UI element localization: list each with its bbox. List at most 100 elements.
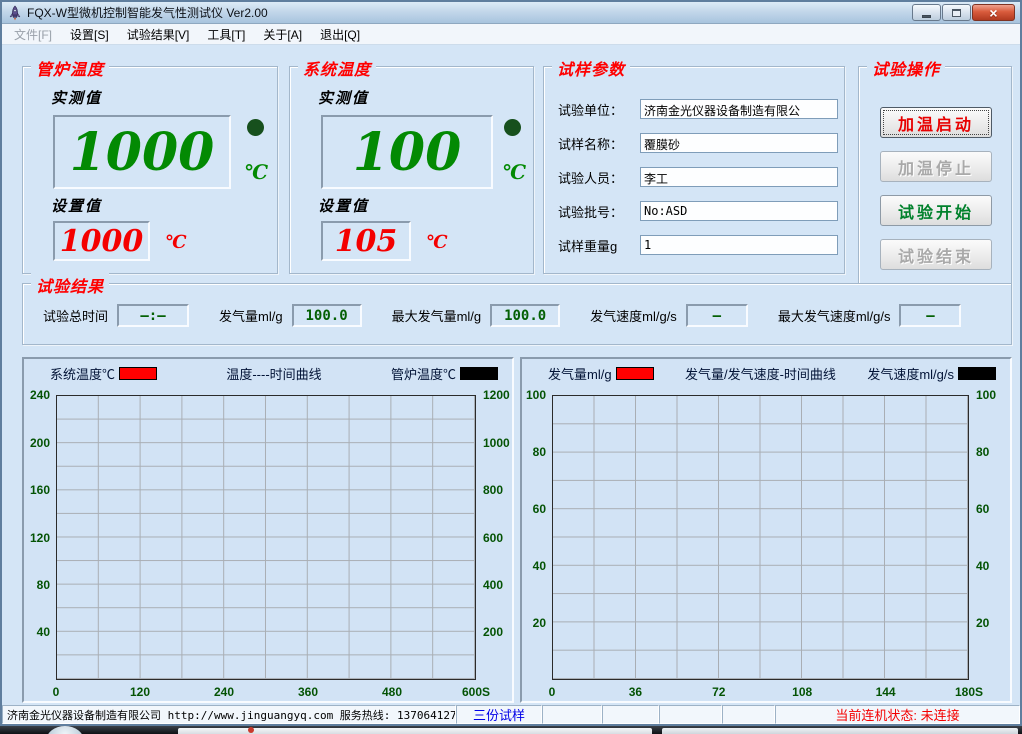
menu-test-results[interactable]: 试验结果[V] xyxy=(118,23,199,46)
window-title: FQX-W型微机控制智能发气性测试仪 Ver2.00 xyxy=(27,4,268,21)
y-tick: 600 xyxy=(483,531,503,545)
sample-weight-field[interactable]: 1 xyxy=(640,235,838,255)
menu-file[interactable]: 文件[F] xyxy=(5,23,61,46)
temp-chart-yaxis-right: 1200 1000 800 600 400 200 xyxy=(480,395,514,680)
total-time-label: 试验总时间 xyxy=(43,306,108,325)
x-tick: 240 xyxy=(214,685,234,699)
heat-stop-button[interactable]: 加温停止 xyxy=(880,151,992,182)
x-tick: 180S xyxy=(955,685,983,699)
windows-taskbar[interactable] xyxy=(0,726,1022,734)
system-measured-label: 实测值 xyxy=(318,87,369,108)
maximize-button[interactable] xyxy=(942,4,971,21)
system-set-unit: ℃ xyxy=(426,232,448,253)
total-time-value: —:— xyxy=(117,304,189,327)
furnace-temp-title: 管炉温度 xyxy=(31,56,109,80)
operator-field[interactable]: 李工 xyxy=(640,167,838,187)
taskbar-button[interactable] xyxy=(662,728,1018,734)
y-tick: 80 xyxy=(37,578,50,592)
gas-chart-legend-right: 发气速度ml/g/s xyxy=(867,364,996,383)
close-button[interactable]: × xyxy=(972,4,1015,21)
statusbar-sample-mode: 三份试样 xyxy=(456,705,542,724)
sample-weight-label: 试样重量g xyxy=(558,236,640,255)
gas-rate-series-label: 发气速度ml/g/s xyxy=(867,364,954,383)
batch-no-label: 试验批号： xyxy=(558,202,640,221)
y-tick: 80 xyxy=(533,445,546,459)
system-temp-group: 系统温度 实测值 100 ℃ 设置值 105 ℃ xyxy=(289,66,534,274)
maximize-icon xyxy=(952,9,961,17)
titlebar: FQX-W型微机控制智能发气性测试仪 Ver2.00 × xyxy=(2,2,1020,24)
client-area: 管炉温度 实测值 1000 ℃ 设置值 1000 ℃ 系统温度 实测值 100 … xyxy=(2,45,1020,724)
taskbar-app-icon xyxy=(248,727,254,733)
sample-name-label: 试样名称： xyxy=(558,134,640,153)
test-unit-field[interactable]: 济南金光仪器设备制造有限公 xyxy=(640,99,838,119)
operator-label: 试验人员： xyxy=(558,168,640,187)
x-tick: 36 xyxy=(629,685,642,699)
start-orb-icon[interactable] xyxy=(46,726,84,734)
y-tick: 1200 xyxy=(483,388,510,402)
minimize-button[interactable] xyxy=(912,4,941,21)
app-window: FQX-W型微机控制智能发气性测试仪 Ver2.00 × 文件[F] 设置[S]… xyxy=(0,0,1022,726)
temp-chart-legend-right: 管炉温度℃ xyxy=(391,364,498,383)
x-tick: 108 xyxy=(792,685,812,699)
max-gas-rate-label: 最大发气速度ml/g/s xyxy=(778,306,891,325)
temp-time-chart: 系统温度℃ 温度----时间曲线 管炉温度℃ 240 200 160 120 8… xyxy=(22,357,514,703)
app-icon xyxy=(7,5,23,21)
sample-name-field[interactable]: 覆膜砂 xyxy=(640,133,838,153)
legend-swatch-black-icon xyxy=(958,367,996,380)
y-tick: 40 xyxy=(976,559,989,573)
gas-volume-label: 发气量ml/g xyxy=(219,306,283,325)
system-set-label: 设置值 xyxy=(318,195,369,216)
temp-chart-plot xyxy=(56,395,476,680)
y-tick: 800 xyxy=(483,483,503,497)
furnace-measured-display: 1000 xyxy=(53,115,231,189)
menu-exit[interactable]: 退出[Q] xyxy=(311,23,369,46)
operations-group: 试验操作 加温启动 加温停止 试验开始 试验结束 xyxy=(858,66,1012,284)
screen: FQX-W型微机控制智能发气性测试仪 Ver2.00 × 文件[F] 设置[S]… xyxy=(0,0,1022,734)
operations-title: 试验操作 xyxy=(867,56,945,80)
y-tick: 100 xyxy=(526,388,546,402)
y-tick: 20 xyxy=(976,616,989,630)
gas-chart-yaxis-left: 100 80 60 40 20 xyxy=(522,395,549,680)
statusbar-empty-segment xyxy=(659,705,722,724)
furnace-temp-series-label: 管炉温度℃ xyxy=(391,364,456,383)
gas-chart-title: 发气量/发气速度-时间曲线 xyxy=(685,364,836,383)
statusbar-empty-segment xyxy=(722,705,775,724)
test-end-button[interactable]: 试验结束 xyxy=(880,239,992,270)
x-tick: 480 xyxy=(382,685,402,699)
system-status-indicator xyxy=(504,119,521,136)
system-temp-series-label: 系统温度℃ xyxy=(50,364,115,383)
y-tick: 20 xyxy=(533,616,546,630)
furnace-set-unit: ℃ xyxy=(165,232,187,253)
gas-volume-series-label: 发气量ml/g xyxy=(548,364,612,383)
y-tick: 40 xyxy=(533,559,546,573)
sample-params-title: 试样参数 xyxy=(552,56,630,80)
max-gas-rate-value: — xyxy=(899,304,961,327)
statusbar-empty-segment xyxy=(542,705,602,724)
gas-rate-label: 发气速度ml/g/s xyxy=(590,306,677,325)
statusbar-connection-status: 当前连机状态: 未连接 xyxy=(775,705,1020,724)
gas-chart-legend-left: 发气量ml/g xyxy=(548,364,654,383)
y-tick: 160 xyxy=(30,483,50,497)
close-icon: × xyxy=(989,6,997,20)
legend-swatch-black-icon xyxy=(460,367,498,380)
minimize-icon xyxy=(922,15,931,18)
heat-start-button[interactable]: 加温启动 xyxy=(880,107,992,138)
menubar: 文件[F] 设置[S] 试验结果[V] 工具[T] 关于[A] 退出[Q] xyxy=(2,24,1020,45)
results-group: 试验结果 试验总时间 —:— 发气量ml/g 100.0 最大发气量ml/g 1… xyxy=(22,283,1012,345)
furnace-status-indicator xyxy=(247,119,264,136)
menu-tools[interactable]: 工具[T] xyxy=(198,23,254,46)
system-measured-display: 100 xyxy=(321,115,493,189)
furnace-measured-unit: ℃ xyxy=(244,160,268,184)
menu-settings[interactable]: 设置[S] xyxy=(61,23,118,46)
x-tick: 144 xyxy=(876,685,896,699)
y-tick: 100 xyxy=(976,388,996,402)
furnace-measured-label: 实测值 xyxy=(51,87,102,108)
batch-no-field[interactable]: No:ASD xyxy=(640,201,838,221)
gas-chart-plot xyxy=(552,395,969,680)
x-tick: 0 xyxy=(53,685,60,699)
test-start-button[interactable]: 试验开始 xyxy=(880,195,992,226)
legend-swatch-red-icon xyxy=(616,367,654,380)
y-tick: 200 xyxy=(483,625,503,639)
x-tick: 360 xyxy=(298,685,318,699)
menu-about[interactable]: 关于[A] xyxy=(254,23,311,46)
